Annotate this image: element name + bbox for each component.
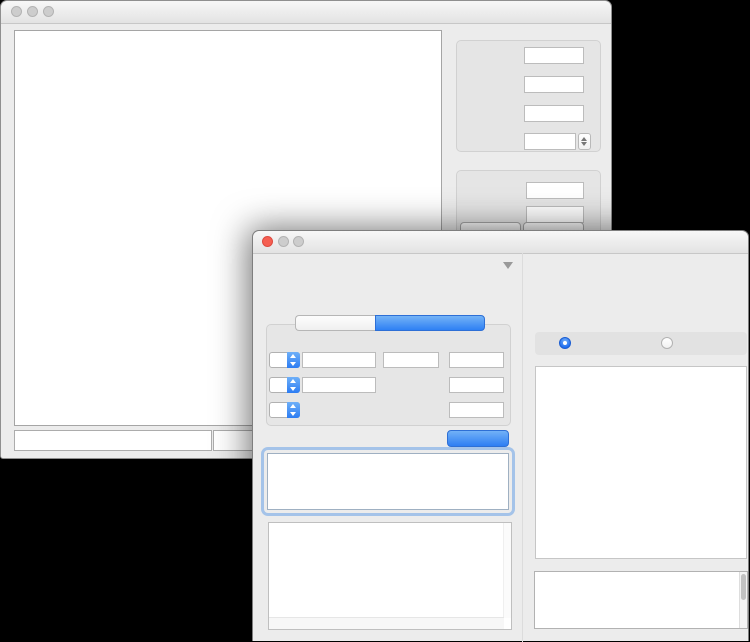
popup-stepper-icon — [287, 377, 300, 393]
sigma1-input[interactable] — [524, 47, 584, 64]
format-tab-bar — [295, 315, 485, 331]
plunge-input-row1[interactable] — [383, 352, 439, 368]
mohrplotter-titlebar[interactable] — [1, 1, 611, 24]
radio-enu-icon[interactable] — [661, 337, 673, 349]
sigma-popup-row3[interactable] — [269, 402, 300, 418]
scrollbar-thumb[interactable] — [741, 574, 746, 600]
pane-divider — [522, 253, 523, 642]
magnitude-input-row3[interactable] — [449, 402, 504, 418]
desktop: { "main_window": { "title": "MohrPlotter… — [0, 0, 750, 641]
stepper-up-icon — [581, 137, 587, 141]
minimize-button[interactable] — [27, 6, 38, 17]
planes-table[interactable] — [534, 571, 748, 629]
planes-table-rows — [535, 572, 740, 628]
sigma-popup-row1[interactable] — [269, 352, 300, 368]
stereonet-canvas — [535, 366, 747, 559]
close-button[interactable] — [262, 236, 273, 247]
tab-tensor-format[interactable] — [295, 315, 375, 331]
sigma2-input[interactable] — [524, 76, 584, 93]
sigma3-input[interactable] — [524, 105, 584, 122]
stress-tensor-titlebar[interactable] — [253, 231, 748, 254]
sigma-popup-row2[interactable] — [269, 377, 300, 393]
calculate-button[interactable] — [447, 430, 509, 447]
chevron-up-icon — [290, 404, 296, 408]
pfluid-stepper[interactable] — [578, 133, 591, 150]
notes-box[interactable] — [268, 522, 512, 630]
chevron-down-icon — [290, 362, 296, 366]
trend-input-row2[interactable] — [302, 377, 376, 393]
magnitude-input-row2[interactable] — [449, 377, 504, 393]
chevron-down-icon — [290, 387, 296, 391]
popup-stepper-icon — [287, 402, 300, 418]
close-button[interactable] — [11, 6, 22, 17]
tensile-input[interactable] — [526, 206, 584, 223]
pfluid-input[interactable] — [524, 133, 576, 150]
planes-table-scrollbar[interactable] — [739, 572, 747, 628]
tab-principal-stress-format[interactable] — [375, 315, 485, 331]
stepper-down-icon — [581, 142, 587, 146]
status-normal-shear — [14, 430, 212, 451]
chevron-down-icon — [290, 412, 296, 416]
disclosure-triangle-icon[interactable] — [503, 262, 513, 269]
zoom-button[interactable] — [293, 236, 304, 247]
cohesion-input[interactable] — [526, 182, 584, 199]
stereonet-plot — [536, 367, 746, 558]
magnitude-input-row1[interactable] — [449, 352, 504, 368]
horizontal-scrollbar[interactable] — [269, 617, 504, 629]
vertical-scrollbar[interactable] — [503, 523, 511, 618]
chevron-up-icon — [290, 354, 296, 358]
eigen-table[interactable] — [267, 453, 509, 510]
popup-stepper-icon — [287, 352, 300, 368]
stress-tensor-window — [252, 230, 749, 641]
minimize-button[interactable] — [278, 236, 289, 247]
radio-ned-icon[interactable] — [559, 337, 571, 349]
trend-input-row1[interactable] — [302, 352, 376, 368]
chevron-up-icon — [290, 379, 296, 383]
zoom-button[interactable] — [43, 6, 54, 17]
